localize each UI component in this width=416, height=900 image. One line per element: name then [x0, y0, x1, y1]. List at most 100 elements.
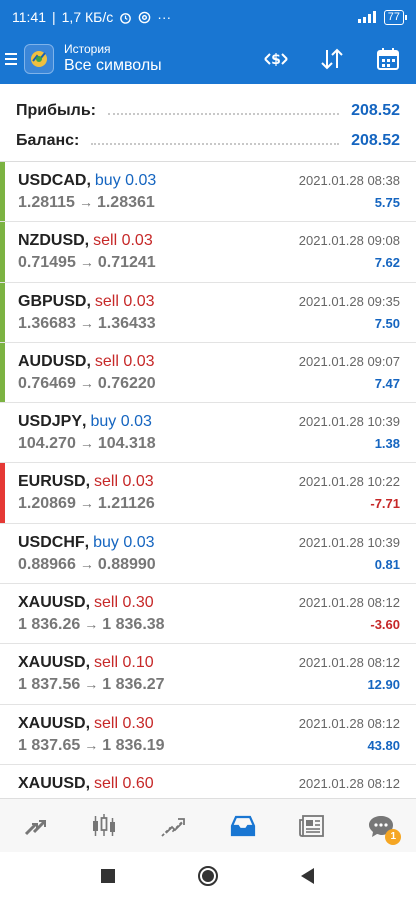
separator: , [85, 594, 91, 612]
trade-status-bar [0, 644, 5, 703]
nav-history[interactable] [213, 799, 273, 853]
close-price: 104.318 [97, 435, 156, 453]
open-price: 1 837.65 [18, 736, 81, 754]
close-price: 1 836.19 [102, 736, 165, 754]
svg-text:$: $ [271, 52, 281, 68]
arrow-right-icon: → [79, 374, 94, 391]
trade-profit: 7.62 [374, 255, 400, 271]
profit-value: 208.52 [351, 102, 400, 119]
sort-arrows-icon [321, 48, 343, 70]
open-price: 1.28115 [18, 194, 75, 211]
trade-row[interactable]: EURUSD, sell 0.03 2021.01.28 10:22 1.20869… [0, 463, 416, 524]
home-button[interactable] [193, 861, 223, 891]
trade-time: 2021.01.28 08:38 [298, 173, 400, 188]
trade-time: 2021.01.28 08:12 [298, 655, 400, 671]
trade-status-bar [0, 162, 5, 222]
trade-symbol: USDCHF [18, 533, 85, 551]
nav-chart[interactable] [74, 799, 134, 853]
trade-row[interactable]: USDCHF, buy 0.03 2021.01.28 10:39 0.88966 →… [0, 524, 416, 585]
trade-symbol: USDCAD [18, 172, 87, 189]
trade-profit: -7.71 [370, 496, 400, 512]
trade-status-bar [0, 282, 5, 342]
dotted-leader [91, 143, 340, 145]
currency-exchange-icon: $ [264, 52, 288, 68]
balance-label: Баланс: [16, 132, 80, 149]
trade-row[interactable]: GBPUSD, sell 0.03 2021.01.28 09:35 1.36683… [0, 282, 416, 343]
trade-row[interactable]: XAUUSD, sell 0.60 2021.01.28 08:12 [0, 765, 416, 798]
trade-profit: 5.75 [374, 195, 400, 210]
recents-button[interactable] [93, 861, 123, 891]
trade-status-bar [0, 584, 5, 643]
calendar-button[interactable] [360, 34, 416, 84]
trade-side-volume: sell 0.10 [94, 654, 154, 672]
trade-profit: -3.60 [370, 617, 400, 633]
trade-row[interactable]: XAUUSD, sell 0.30 2021.01.28 08:12 1 837.6… [0, 705, 416, 765]
nav-quotes[interactable] [5, 799, 65, 853]
trade-profit: 12.90 [367, 677, 400, 693]
separator: , [84, 533, 90, 551]
trade-symbol: XAUUSD [18, 714, 86, 732]
trade-symbol: GBPUSD [18, 292, 87, 310]
app-bar: История Все символы $ [0, 34, 416, 84]
symbol-filter-title[interactable]: Все символы [64, 56, 162, 76]
dotted-leader [107, 113, 340, 115]
menu-button[interactable] [0, 34, 22, 84]
trade-history-list[interactable]: USDCAD, buy 0.03 2021.01.28 08:38 1.28115 →… [0, 162, 416, 798]
nav-chat[interactable]: 1 [351, 799, 411, 853]
profit-row: Прибыль: 208.52 [16, 96, 400, 126]
trade-row[interactable]: XAUUSD, sell 0.30 2021.01.28 08:12 1 836.2… [0, 584, 416, 645]
circle-icon [198, 866, 218, 886]
trade-time: 2021.01.28 09:08 [298, 233, 400, 249]
currency-sort-button[interactable]: $ [248, 34, 304, 84]
trade-time: 2021.01.28 08:12 [298, 775, 400, 791]
calendar-icon [377, 48, 399, 70]
at-icon [138, 11, 151, 23]
trade-side-volume: sell 0.03 [94, 473, 154, 491]
arrow-right-icon: → [79, 314, 94, 331]
close-price: 1 836.27 [102, 676, 165, 694]
status-network-speed: 1,7 КБ/с [61, 9, 114, 25]
trade-row[interactable]: USDJPY, buy 0.03 2021.01.28 10:39 104.270 →… [0, 403, 416, 464]
trade-symbol: AUDUSD [18, 352, 87, 370]
trade-symbol: XAUUSD [18, 654, 86, 672]
app-bar-subtitle: История [64, 42, 111, 56]
back-button[interactable] [293, 861, 323, 891]
separator: , [85, 774, 91, 792]
trade-symbol: XAUUSD [18, 774, 86, 792]
trade-profit: 7.47 [374, 375, 400, 391]
trade-side-volume: sell 0.30 [94, 714, 154, 732]
trade-side-volume: buy 0.03 [94, 172, 157, 189]
close-price: 0.88990 [97, 555, 156, 573]
news-icon [299, 814, 324, 837]
trade-row[interactable]: AUDUSD, sell 0.03 2021.01.28 09:07 0.76469… [0, 342, 416, 404]
separator: , [84, 232, 90, 250]
close-price: 1.21126 [97, 495, 155, 513]
open-price: 1 836.26 [18, 616, 81, 634]
trade-time: 2021.01.28 09:07 [298, 353, 400, 369]
trade-profit: 0.81 [374, 556, 400, 572]
trade-side-volume: sell 0.03 [93, 232, 153, 250]
profit-label: Прибыль: [16, 102, 96, 119]
trade-side-volume: buy 0.03 [93, 533, 155, 551]
trade-symbol: USDJPY [18, 413, 83, 431]
trade-side-volume: sell 0.30 [94, 594, 154, 612]
trade-status-bar [0, 403, 5, 462]
separator: , [86, 352, 91, 370]
status-time: 11:41 [12, 9, 46, 25]
open-price: 1.36683 [18, 314, 76, 332]
trade-side-volume: buy 0.03 [90, 413, 152, 431]
trade-row[interactable]: NZDUSD, sell 0.03 2021.01.28 09:08 0.71495… [0, 222, 416, 283]
sort-button[interactable] [304, 34, 360, 84]
trade-status-bar [0, 765, 5, 798]
balance-row: Баланс: 208.52 [16, 126, 400, 156]
separator: , [85, 654, 91, 672]
close-price: 1 836.38 [102, 616, 165, 634]
trade-symbol: NZDUSD [18, 232, 85, 250]
trade-row[interactable]: USDCAD, buy 0.03 2021.01.28 08:38 1.28115 →… [0, 162, 416, 223]
trade-row[interactable]: XAUUSD, sell 0.10 2021.01.28 08:12 1 837.5… [0, 644, 416, 705]
separator: , [85, 473, 91, 491]
menu-icon [5, 53, 17, 65]
nav-news[interactable] [282, 799, 342, 853]
nav-trade[interactable] [143, 799, 203, 853]
open-price: 0.71495 [18, 254, 76, 272]
